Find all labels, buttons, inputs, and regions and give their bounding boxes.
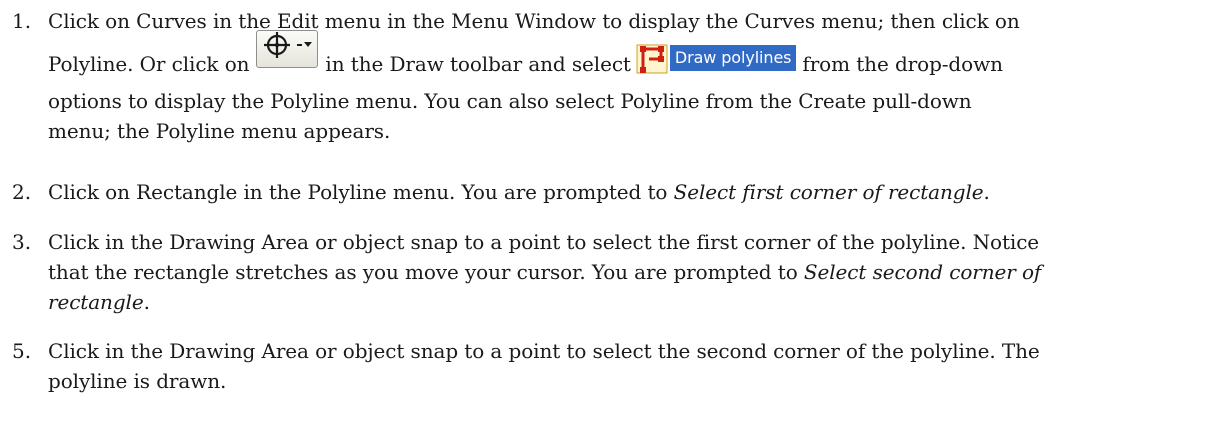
step-number: 1. [12, 9, 32, 33]
step-text: Click on Rectangle in the Polyline menu.… [48, 177, 1208, 207]
step-line: Click in the Drawing Area or object snap… [48, 230, 1040, 254]
step-text-fragment: . [983, 180, 990, 204]
step-text-fragment: Click on Rectangle in the Polyline menu.… [48, 180, 674, 204]
step-text: Click in the Drawing Area or object snap… [48, 227, 1208, 317]
prompt-text: Select second corner of [803, 260, 1042, 284]
step-line: Click on Curves in the Edit menu in the … [48, 9, 1020, 33]
step-line: polyline is drawn. [48, 369, 227, 393]
prompt-text: Select first corner of rectangle [673, 180, 984, 204]
polyline-icon [636, 43, 668, 73]
step-text-fragment: in the Draw toolbar and select [325, 52, 631, 76]
step-text: Click in the Drawing Area or object snap… [48, 336, 1208, 396]
step-line: rectangle. [48, 287, 1208, 317]
step-text: Click on Curves in the Edit menu in the … [48, 6, 1208, 144]
draw-toolbar-button [256, 29, 319, 68]
step-text-fragment: from the drop-down [802, 52, 1003, 76]
step-text-fragment: . [143, 290, 150, 314]
step-number: 2. [12, 180, 32, 204]
step-line: menu; the Polyline menu appears. [48, 119, 391, 143]
step-text-fragment: that the rectangle stretches as you move… [48, 260, 804, 284]
prompt-text: rectangle [48, 290, 144, 314]
step-line: options to display the Polyline menu. Yo… [48, 89, 972, 113]
draw-polylines-menu-item: Draw polylines [636, 43, 797, 73]
draw-polylines-label: Draw polylines [669, 44, 797, 71]
step-line: Click in the Drawing Area or object snap… [48, 339, 1040, 363]
step-number: 5. [12, 339, 32, 363]
step-line: Polyline. Or click on in the Draw toolba… [48, 29, 1208, 88]
step-line: Click on Rectangle in the Polyline menu.… [48, 177, 1208, 207]
snap-target-dropdown-icon [264, 31, 313, 58]
step-number: 3. [12, 230, 32, 254]
step-text-fragment: Polyline. Or click on [48, 52, 250, 76]
step-line: that the rectangle stretches as you move… [48, 257, 1208, 287]
